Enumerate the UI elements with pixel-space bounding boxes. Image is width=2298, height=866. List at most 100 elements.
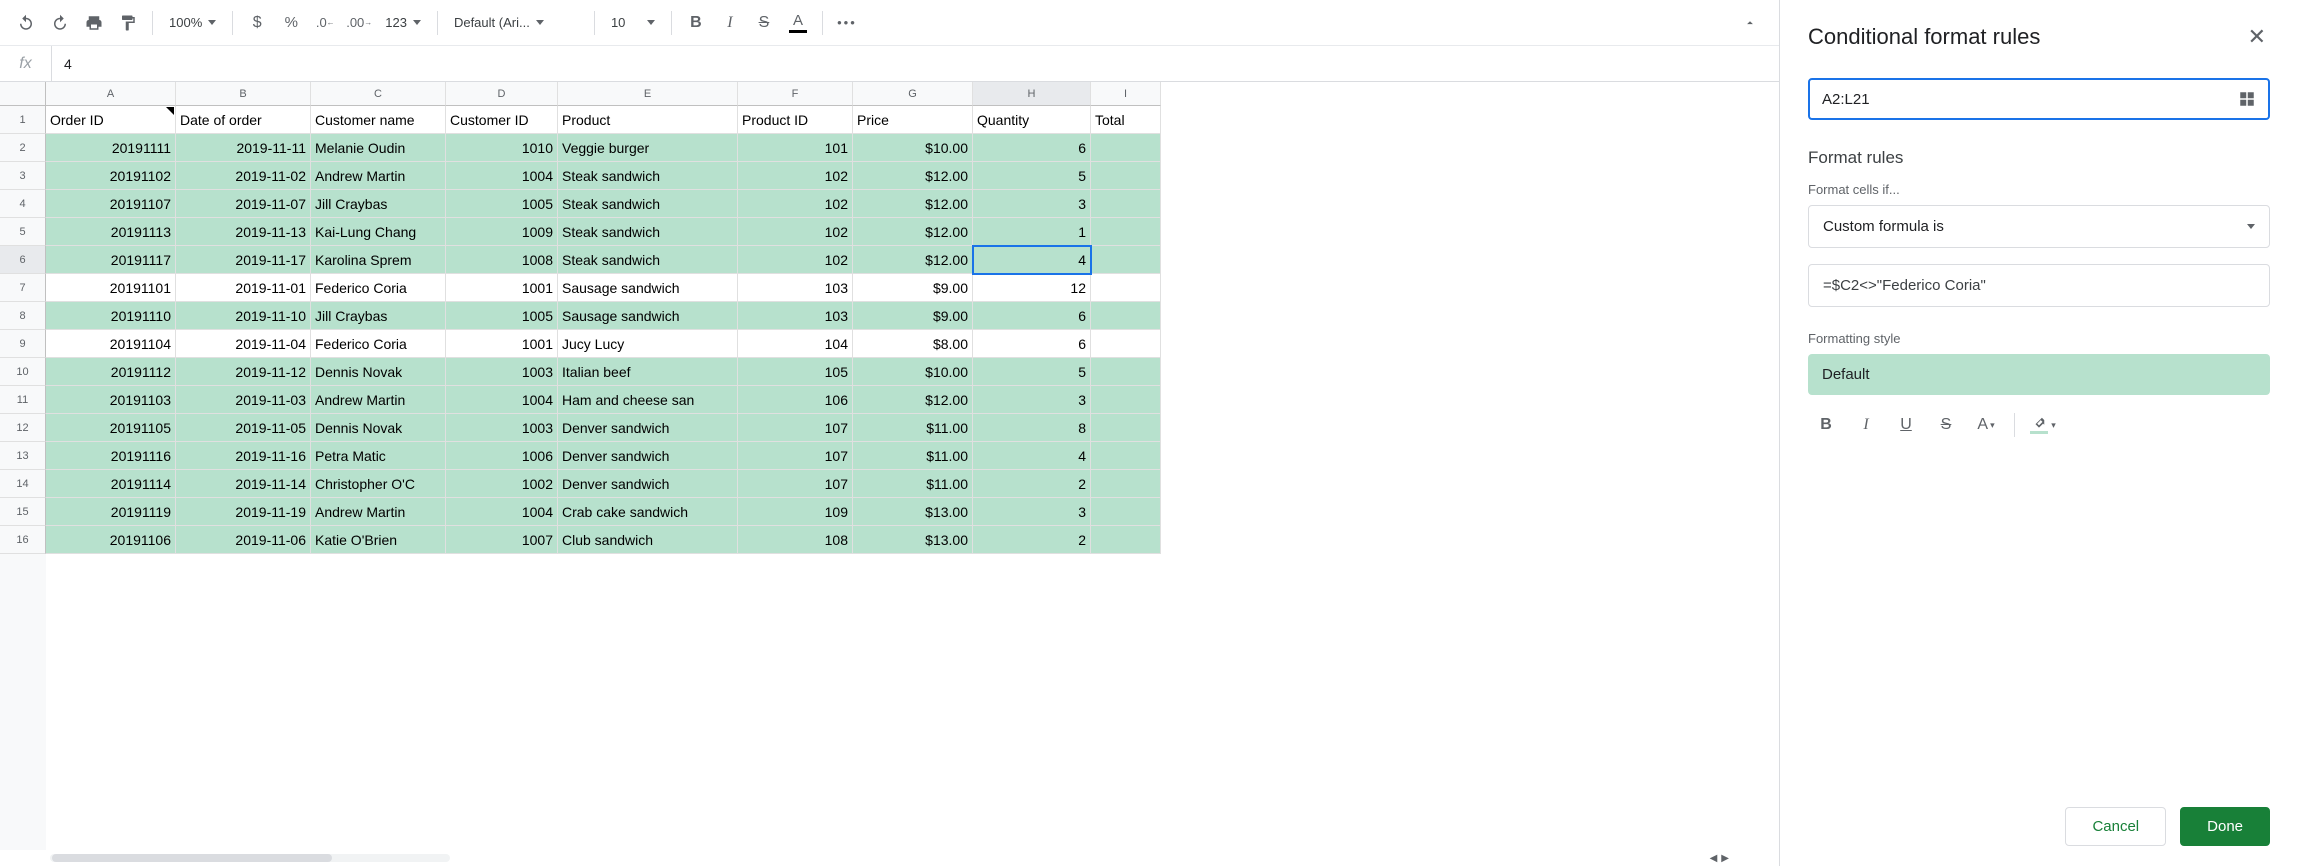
cell[interactable]: 103	[738, 302, 853, 330]
cell[interactable]: Sausage sandwich	[558, 302, 738, 330]
col-header-D[interactable]: D	[446, 82, 558, 106]
cell[interactable]	[1091, 246, 1161, 274]
cell[interactable]: 102	[738, 218, 853, 246]
cell[interactable]: $12.00	[853, 218, 973, 246]
cell[interactable]: 1001	[446, 330, 558, 358]
cell[interactable]: 2019-11-19	[176, 498, 311, 526]
cell[interactable]: 1005	[446, 190, 558, 218]
text-color-button[interactable]: A	[782, 8, 814, 38]
cell[interactable]: 104	[738, 330, 853, 358]
cell[interactable]: $9.00	[853, 302, 973, 330]
col-header-B[interactable]: B	[176, 82, 311, 106]
cell[interactable]: 20191104	[46, 330, 176, 358]
cell[interactable]: 20191101	[46, 274, 176, 302]
col-header-A[interactable]: A	[46, 82, 176, 106]
cell[interactable]: $11.00	[853, 470, 973, 498]
header-cell[interactable]: Customer ID	[446, 106, 558, 134]
cell[interactable]: $13.00	[853, 498, 973, 526]
cell[interactable]: 20191113	[46, 218, 176, 246]
cell[interactable]: Melanie Oudin	[311, 134, 446, 162]
cell[interactable]	[1091, 386, 1161, 414]
cell[interactable]: Steak sandwich	[558, 162, 738, 190]
cell[interactable]: 1007	[446, 526, 558, 554]
cell[interactable]: Petra Matic	[311, 442, 446, 470]
cell[interactable]: 1003	[446, 358, 558, 386]
header-cell[interactable]: Date of order	[176, 106, 311, 134]
cell[interactable]: Andrew Martin	[311, 498, 446, 526]
cell[interactable]: 20191114	[46, 470, 176, 498]
cell[interactable]: 20191102	[46, 162, 176, 190]
cell[interactable]: 2019-11-01	[176, 274, 311, 302]
cell[interactable]: Steak sandwich	[558, 246, 738, 274]
apply-to-range-input[interactable]: A2:L21	[1808, 78, 2270, 120]
cell[interactable]: 4	[973, 246, 1091, 274]
cell[interactable]: 1008	[446, 246, 558, 274]
font-size-select[interactable]: 10	[603, 8, 663, 38]
row-header-5[interactable]: 5	[0, 218, 46, 246]
cell[interactable]: Denver sandwich	[558, 470, 738, 498]
cell[interactable]: Veggie burger	[558, 134, 738, 162]
cell[interactable]: 20191110	[46, 302, 176, 330]
cell[interactable]	[1091, 526, 1161, 554]
row-header-16[interactable]: 16	[0, 526, 46, 554]
currency-button[interactable]: $	[241, 8, 273, 38]
cell[interactable]: Steak sandwich	[558, 218, 738, 246]
cell[interactable]: Karolina Sprem	[311, 246, 446, 274]
row-header-7[interactable]: 7	[0, 274, 46, 302]
cell[interactable]: $12.00	[853, 162, 973, 190]
cell[interactable]: 107	[738, 414, 853, 442]
cell[interactable]: 1004	[446, 498, 558, 526]
cell[interactable]: $13.00	[853, 526, 973, 554]
row-header-6[interactable]: 6	[0, 246, 46, 274]
select-all-corner[interactable]	[0, 82, 46, 106]
cell[interactable]: Dennis Novak	[311, 414, 446, 442]
cell[interactable]: Ham and cheese san	[558, 386, 738, 414]
more-toolbar-button[interactable]: •••	[831, 8, 863, 38]
cell[interactable]: 2	[973, 526, 1091, 554]
cell[interactable]	[1091, 498, 1161, 526]
cell[interactable]	[1091, 470, 1161, 498]
cell[interactable]: 4	[973, 442, 1091, 470]
cell[interactable]: 20191106	[46, 526, 176, 554]
more-formats-button[interactable]: 123	[377, 8, 429, 38]
cell[interactable]: Christopher O'C	[311, 470, 446, 498]
cell[interactable]: 102	[738, 190, 853, 218]
formula-input[interactable]: 4	[52, 56, 1779, 72]
cell[interactable]: $10.00	[853, 358, 973, 386]
style-preview[interactable]: Default	[1808, 354, 2270, 395]
cell[interactable]: 6	[973, 302, 1091, 330]
cell[interactable]: Club sandwich	[558, 526, 738, 554]
zoom-select[interactable]: 100%	[161, 8, 224, 38]
cell[interactable]: 20191119	[46, 498, 176, 526]
cell[interactable]	[1091, 442, 1161, 470]
cell[interactable]: 20191107	[46, 190, 176, 218]
cell[interactable]: 1009	[446, 218, 558, 246]
row-header-8[interactable]: 8	[0, 302, 46, 330]
cell[interactable]: 102	[738, 246, 853, 274]
cell[interactable]: 1001	[446, 274, 558, 302]
increase-decimal-button[interactable]: .00→	[343, 8, 375, 38]
cell[interactable]	[1091, 302, 1161, 330]
cell[interactable]: 12	[973, 274, 1091, 302]
col-header-I[interactable]: I	[1091, 82, 1161, 106]
row-header-2[interactable]: 2	[0, 134, 46, 162]
cell[interactable]: 3	[973, 498, 1091, 526]
cell[interactable]: Sausage sandwich	[558, 274, 738, 302]
cell[interactable]: $8.00	[853, 330, 973, 358]
cell[interactable]: Jill Craybas	[311, 302, 446, 330]
percent-button[interactable]: %	[275, 8, 307, 38]
header-cell[interactable]: Quantity	[973, 106, 1091, 134]
col-header-C[interactable]: C	[311, 82, 446, 106]
done-button[interactable]: Done	[2180, 807, 2270, 846]
cancel-button[interactable]: Cancel	[2065, 807, 2166, 846]
cell[interactable]	[1091, 330, 1161, 358]
cell[interactable]: 1004	[446, 386, 558, 414]
print-button[interactable]	[78, 8, 110, 38]
row-header-15[interactable]: 15	[0, 498, 46, 526]
cell[interactable]: $11.00	[853, 442, 973, 470]
cell[interactable]: 1010	[446, 134, 558, 162]
header-cell[interactable]: Total	[1091, 106, 1161, 134]
row-header-12[interactable]: 12	[0, 414, 46, 442]
cell[interactable]: Denver sandwich	[558, 442, 738, 470]
header-cell[interactable]: Customer name	[311, 106, 446, 134]
